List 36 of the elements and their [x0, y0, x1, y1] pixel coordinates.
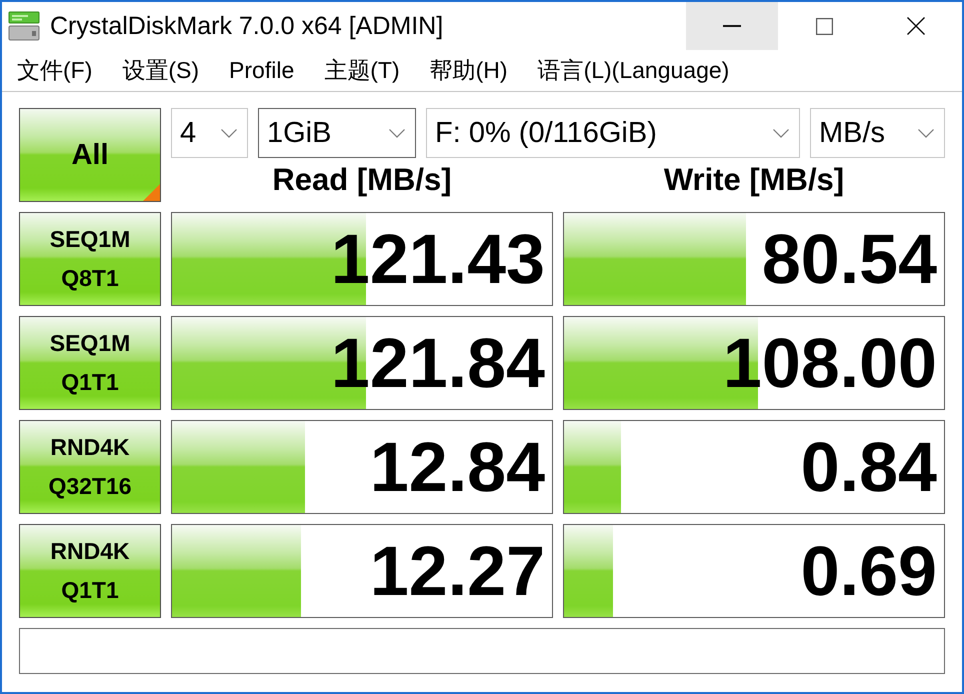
window-title: CrystalDiskMark 7.0.0 x64 [ADMIN]: [50, 12, 444, 40]
menu-item[interactable]: 语言(L)(Language): [538, 55, 730, 86]
minimize-button[interactable]: [686, 2, 778, 50]
close-icon: [907, 17, 925, 35]
menu-item[interactable]: 主题(T): [324, 55, 400, 86]
chevron-down-icon: [773, 128, 789, 138]
chevron-down-icon: [918, 128, 934, 138]
minimize-icon: [723, 25, 741, 27]
chevron-down-icon: [389, 128, 405, 138]
test-button[interactable]: RND4K Q1T1: [19, 524, 161, 618]
corner-triangle-icon: [143, 184, 160, 201]
dropdown[interactable]: 1GiB: [258, 108, 416, 158]
write-speed-value: 80.54: [762, 224, 938, 294]
test-button[interactable]: SEQ1M Q8T1: [19, 212, 161, 306]
dropdown[interactable]: 4: [171, 108, 248, 158]
read-speed-value: 121.84: [330, 328, 546, 398]
test-button[interactable]: SEQ1M Q1T1: [19, 316, 161, 410]
write-speed-value: 0.69: [800, 536, 938, 606]
dropdown[interactable]: F: 0% (0/116GiB): [426, 108, 800, 158]
menu-item[interactable]: Profile: [229, 57, 294, 84]
menu-item[interactable]: 文件(F): [17, 55, 92, 86]
read-speed-value: 121.43: [330, 224, 546, 294]
read-speed-value: 12.84: [370, 432, 546, 502]
read-speed-value: 12.27: [370, 536, 546, 606]
chevron-down-icon: [221, 128, 237, 138]
write-speed-value: 0.84: [800, 432, 938, 502]
dropdown[interactable]: MB/s: [810, 108, 945, 158]
maximize-icon: [816, 18, 832, 34]
column-header: Read [MB/s]: [272, 162, 452, 198]
write-speed-value: 108.00: [722, 328, 938, 398]
run-all-button[interactable]: All: [19, 108, 161, 202]
column-header: Write [MB/s]: [664, 162, 844, 198]
drive-icon: [8, 11, 40, 41]
menu-item[interactable]: 设置(S): [122, 55, 200, 86]
menu-item[interactable]: 帮助(H): [430, 55, 508, 86]
test-button[interactable]: RND4K Q32T16: [19, 420, 161, 514]
